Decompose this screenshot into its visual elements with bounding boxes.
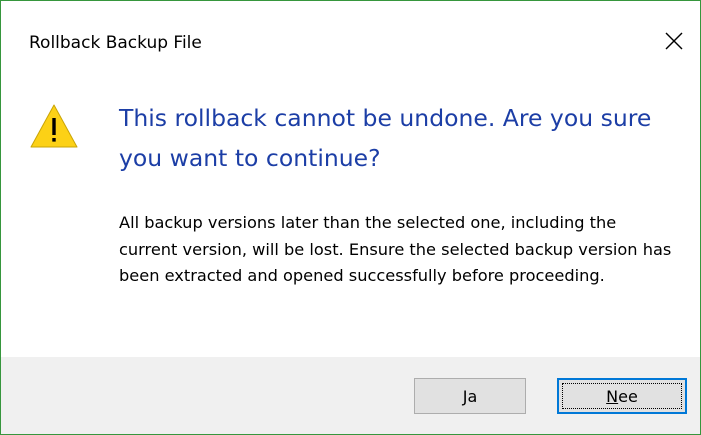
close-icon xyxy=(665,32,683,50)
title-bar: Rollback Backup File xyxy=(1,1,700,69)
no-button[interactable]: Nee xyxy=(557,378,687,414)
body-text: All backup versions later than the selec… xyxy=(119,213,672,285)
close-button[interactable] xyxy=(648,21,700,61)
yes-button[interactable]: Ja xyxy=(414,378,526,414)
dialog-content: This rollback cannot be undone. Are you … xyxy=(1,69,700,369)
button-bar: Ja Nee xyxy=(1,357,700,434)
focus-ring xyxy=(562,383,682,409)
yes-button-label: a xyxy=(467,386,478,406)
warning-icon xyxy=(30,104,78,148)
dialog-title: Rollback Backup File xyxy=(29,33,202,53)
main-instruction: This rollback cannot be undone. Are you … xyxy=(119,104,652,172)
rollback-dialog: Rollback Backup File This rollback canno… xyxy=(0,0,701,435)
